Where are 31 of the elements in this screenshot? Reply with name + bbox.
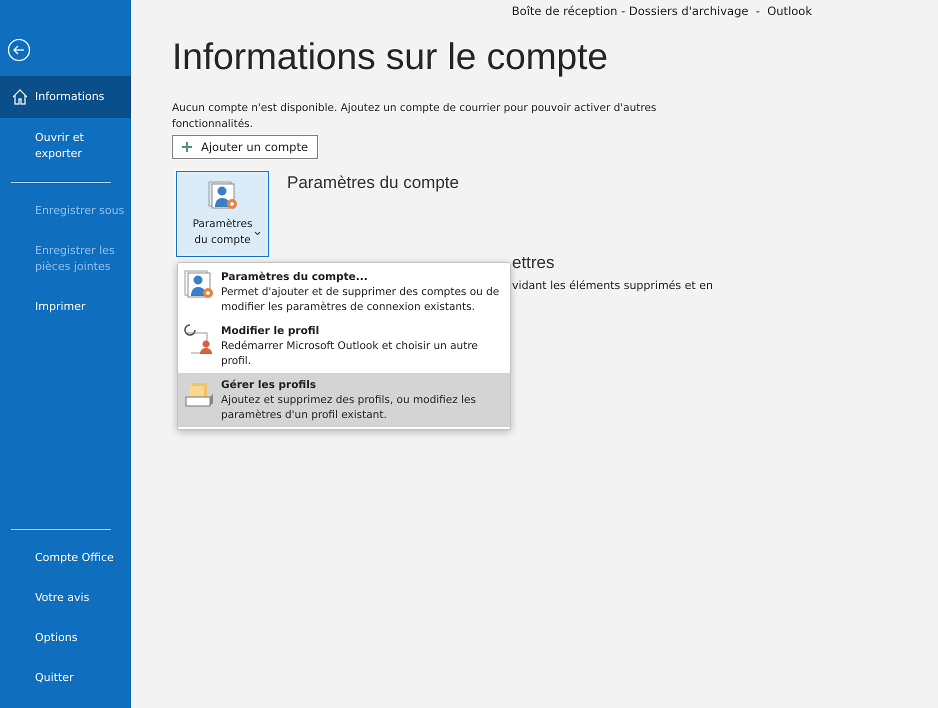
add-account-button[interactable]: Ajouter un compte [172,135,318,159]
sidebar-item[interactable]: Votre avis [0,578,131,618]
sidebar-item[interactable]: Informations [0,76,131,118]
page-heading: Informations sur le compte [172,36,609,78]
notice-text: Aucun compte n'est disponible. Ajoutez un compte de courrier pour pouvoir activer d'autres fonctionnalités. [172,101,658,132]
restart-profile-icon [183,323,215,355]
sidebar-item[interactable]: Options [0,618,131,658]
menu-item[interactable]: Modifier le profil Redémarrer Microsoft Outlook et choisir un autre profil. [178,319,510,373]
sidebar-item[interactable]: Compte Office [0,538,131,578]
home-icon [11,88,29,106]
menu-item-description: Permet d'ajouter et de supprimer des comptes ou de modifier les paramètres de connexion existants. [221,285,500,315]
sidebar-item[interactable]: Ouvrir et exporter [0,118,131,174]
menu-item-title: Gérer les profils [221,378,318,393]
menu-item[interactable]: Paramètres du compte... Permet d'ajouter et de supprimer des comptes ou de modifier les paramètres de connexion existants. [178,265,510,319]
chevron-down-icon [254,231,261,236]
account-settings-button[interactable]: Paramètres du compte [176,171,269,257]
sidebar-item[interactable]: Imprimer [0,287,131,327]
sidebar-item[interactable]: Quitter [0,658,131,698]
back-button[interactable] [7,38,31,62]
menu-item-description: Redémarrer Microsoft Outlook et choisir un autre profil. [221,339,479,369]
section-heading: ettres [512,253,556,273]
menu-item-title: Modifier le profil [221,324,320,339]
window-title: Boîte de réception - Dossiers d'archivage - Outlook [512,4,812,18]
menu-item-description: Ajoutez et supprimez des profils, ou modifiez les paramètres d'un profil existant. [221,393,477,423]
section-heading: Paramètres du compte [287,173,459,194]
section-text: vidant les éléments supprimés et en [512,279,714,292]
account-settings-icon [206,180,238,212]
menu-item[interactable]: Gérer les profils Ajoutez et supprimez des profils, ou modifiez les paramètres d'un profil existant. [178,373,510,427]
menu-item-title: Paramètres du compte... [221,270,369,285]
account-settings-icon [183,269,215,301]
plus-icon [182,142,192,152]
